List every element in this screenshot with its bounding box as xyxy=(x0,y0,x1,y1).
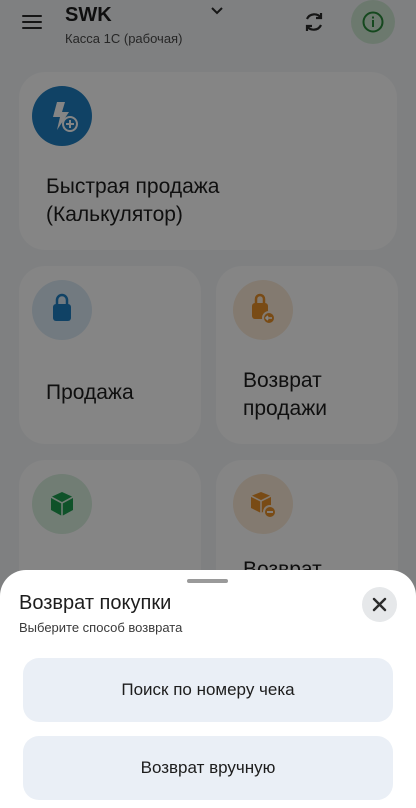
sheet-subtitle: Выберите способ возврата xyxy=(19,620,183,635)
search-by-receipt-button[interactable]: Поиск по номеру чека xyxy=(23,658,393,722)
sheet-title: Возврат покупки xyxy=(19,592,172,614)
close-icon xyxy=(372,597,387,612)
close-button[interactable] xyxy=(362,587,397,622)
bottom-sheet: Возврат покупки Выберите способ возврата… xyxy=(0,570,416,808)
drag-handle[interactable] xyxy=(187,579,228,583)
manual-return-button[interactable]: Возврат вручную xyxy=(23,736,393,800)
